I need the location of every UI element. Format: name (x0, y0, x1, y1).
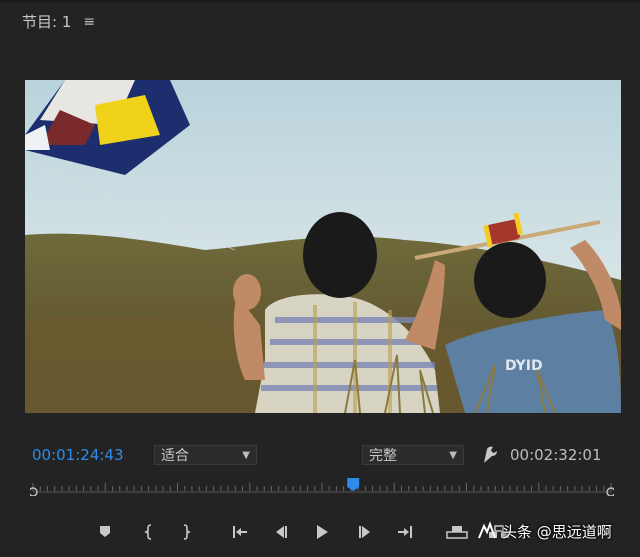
hamburger-icon[interactable]: ≡ (83, 14, 95, 30)
step-forward-button[interactable] (353, 518, 377, 546)
lift-button[interactable] (445, 518, 469, 546)
go-to-out-icon (398, 526, 412, 538)
zoom-level-select[interactable]: 适合 ▼ (154, 445, 257, 465)
time-ruler[interactable] (30, 478, 614, 496)
current-timecode[interactable]: 00:01:24:43 (32, 446, 124, 464)
step-back-icon (276, 526, 287, 538)
mark-in-icon (144, 524, 152, 540)
zoom-level-value: 适合 (161, 448, 189, 464)
mark-in-button[interactable] (137, 518, 161, 546)
video-frame: DYID (25, 80, 621, 413)
panel-header: 节目: 1 ≡ (22, 11, 95, 32)
watermark: 头条 @思远道啊 (476, 520, 612, 542)
add-marker-icon (100, 526, 110, 537)
settings-wrench-icon[interactable] (478, 445, 498, 465)
panel-title[interactable]: 节目: 1 (22, 11, 71, 32)
step-forward-icon (359, 526, 370, 538)
lift-icon (446, 526, 468, 539)
go-to-in-icon (233, 526, 247, 538)
mark-out-button[interactable] (174, 518, 198, 546)
add-marker-button[interactable] (93, 518, 117, 546)
duration-timecode: 00:02:32:01 (510, 446, 602, 464)
play-button[interactable] (310, 518, 334, 546)
toutiao-logo-icon (478, 521, 496, 539)
step-back-button[interactable] (269, 518, 293, 546)
playback-resolution-select[interactable]: 完整 ▼ (362, 445, 464, 465)
playback-resolution-value: 完整 (369, 448, 397, 464)
go-to-out-button[interactable] (393, 518, 417, 546)
chevron-down-icon: ▼ (449, 449, 457, 461)
panel-top-border (0, 0, 640, 3)
go-to-in-button[interactable] (228, 518, 252, 546)
play-icon (317, 525, 328, 539)
playhead[interactable] (347, 478, 360, 491)
chevron-down-icon: ▼ (242, 449, 250, 461)
watermark-text: 头条 @思远道啊 (502, 522, 612, 541)
program-monitor-viewer[interactable]: DYID (25, 80, 621, 413)
mark-out-icon (183, 524, 191, 540)
